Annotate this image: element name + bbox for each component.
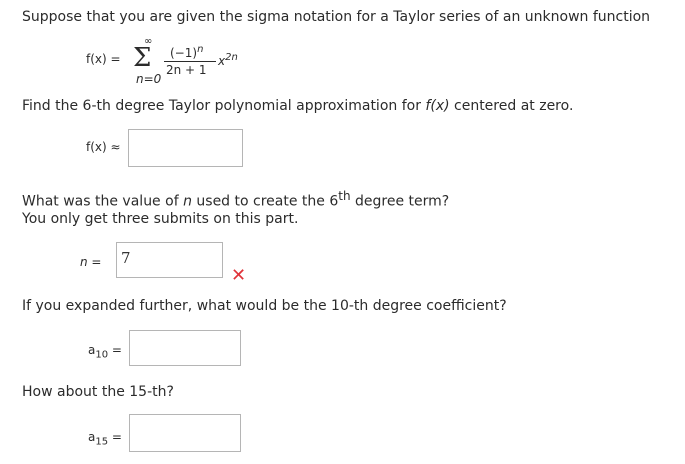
- question-3-label: a10 =: [88, 343, 122, 361]
- question-2-text: What was the value of n used to create t…: [22, 189, 450, 210]
- coefficient-15-answer-box[interactable]: [129, 414, 241, 452]
- fraction-bar: [164, 61, 216, 62]
- taylor-polynomial-answer-box[interactable]: [128, 129, 243, 167]
- question-2-label: n =: [80, 255, 102, 269]
- x-mark-icon: ✕: [231, 265, 247, 286]
- coefficient-10-answer-box[interactable]: [129, 330, 241, 366]
- fraction-numerator: (−1)n: [170, 44, 204, 60]
- question-4-text: How about the 15-th?: [22, 384, 174, 400]
- question-3-text: If you expanded further, what would be t…: [22, 298, 507, 314]
- intro-text: Suppose that you are given the sigma not…: [22, 9, 651, 25]
- n-value-answer-box[interactable]: 7: [116, 242, 223, 278]
- question-1-text: Find the 6-th degree Taylor polynomial a…: [22, 98, 574, 114]
- sum-lower-limit: n=0: [136, 72, 162, 86]
- formula-lhs: f(x) =: [86, 52, 121, 66]
- sigma-symbol: Σ: [133, 43, 152, 73]
- question-4-label: a15 =: [88, 430, 122, 448]
- question-1-label: f(x) ≈: [86, 140, 121, 154]
- series-variable: x2n: [218, 52, 238, 68]
- submit-limit-note: You only get three submits on this part.: [22, 211, 299, 227]
- fraction-denominator: 2n + 1: [166, 63, 207, 77]
